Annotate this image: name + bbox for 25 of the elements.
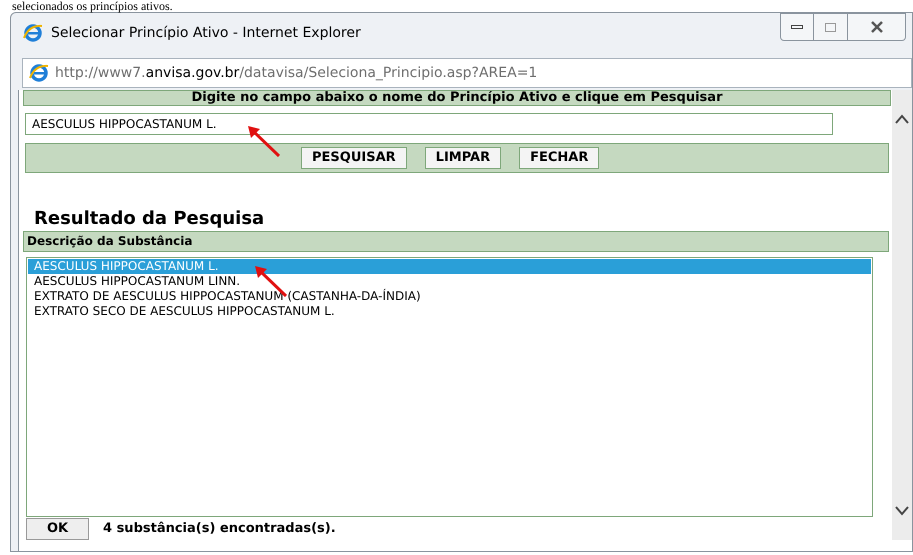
ok-button[interactable]: OK (26, 518, 89, 540)
result-item[interactable]: EXTRATO SECO DE AESCULUS HIPPOCASTANUM L. (28, 304, 871, 319)
results-list[interactable]: AESCULUS HIPPOCASTANUM L. AESCULUS HIPPOCASTANUM LINN. EXTRATO DE AESCULUS HIPPOCASTANUM (CASTANHA-DA-ÍNDIA) EXTRATO SECO DE AESCULUS HIPPOCASTANUM L. (26, 257, 873, 517)
close-icon (870, 21, 884, 33)
form-button[interactable]: PESQUISAR (301, 147, 407, 169)
form-button[interactable]: LIMPAR (424, 147, 502, 169)
search-field[interactable]: AESCULUS HIPPOCASTANUM L. (25, 113, 833, 135)
close-button[interactable] (848, 13, 906, 41)
url-text: http://www7.anvisa.gov.br/datavisa/Seleciona_Principio.asp?AREA=1 (55, 64, 538, 82)
minimize-button[interactable] (780, 13, 814, 41)
results-heading: Resultado da Pesquisa (34, 207, 266, 231)
window-title: Selecionar Princípio Ativo - Internet Explorer (51, 24, 361, 42)
form-button[interactable]: FECHAR (519, 147, 600, 169)
browser-logo-icon (29, 63, 49, 83)
scroll-up-icon[interactable] (895, 114, 909, 124)
result-item[interactable]: EXTRATO DE AESCULUS HIPPOCASTANUM (CASTANHA-DA-ÍNDIA) (28, 289, 871, 304)
browser-logo-icon (23, 23, 43, 43)
annotation-arrow (246, 124, 282, 158)
status-text: 4 substância(s) encontradas(s). (103, 520, 336, 538)
document-text: selecionados os princípios ativos. (12, 0, 173, 12)
scroll-down-icon[interactable] (895, 506, 909, 516)
result-item[interactable]: AESCULUS HIPPOCASTANUM LINN. (28, 274, 871, 289)
address-bar[interactable]: http://www7.anvisa.gov.br/datavisa/Seleciona_Principio.asp?AREA=1 (22, 58, 912, 88)
scrollbar[interactable] (892, 90, 912, 540)
column-header: Descrição da Substância (23, 231, 889, 252)
